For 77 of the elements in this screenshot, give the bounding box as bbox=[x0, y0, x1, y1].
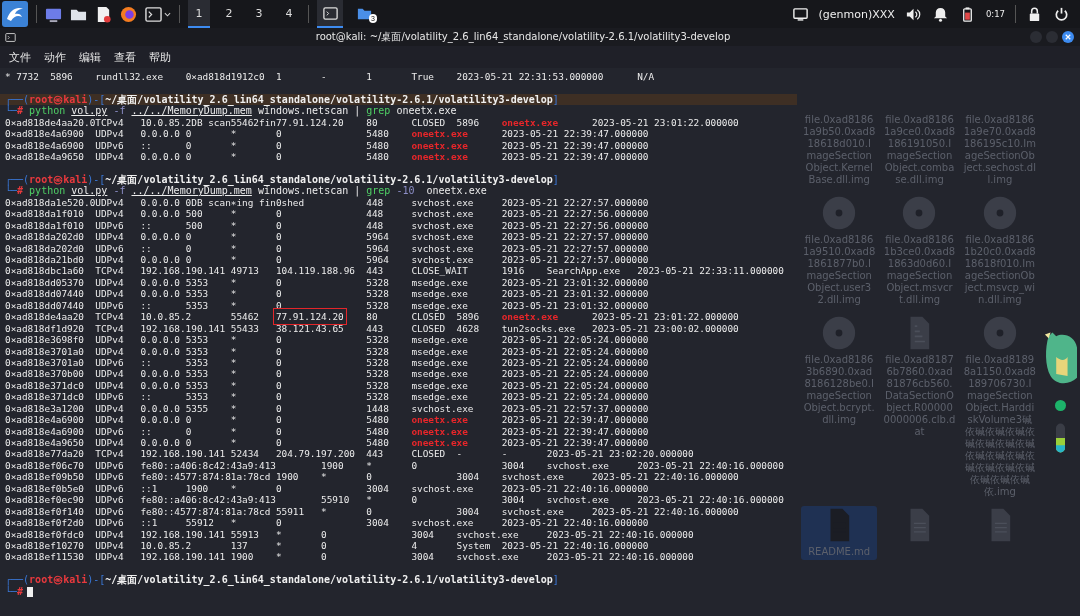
workspace-button[interactable]: 3 bbox=[248, 0, 270, 28]
terminal-icon bbox=[321, 4, 339, 22]
output-line: 0×ad818ef09b50 UDPv6 fe80::4577:874:81a:78cd 1900 * 0 3004 svchost.exe 2023-05-21 22:40:16.000000 bbox=[5, 471, 740, 483]
output-line: 0×ad818ef0fdc0 UDPv4 192.168.190.141 55913 * 0 3004 svchost.exe 2023-05-21 22:40:16.000000 bbox=[5, 528, 695, 540]
disc-icon bbox=[982, 196, 1017, 230]
output-line: 0×ad818da1f010 UDPv6 :: 500 * 0 448 svchost.exe 2023-05-21 22:27:56.000000 bbox=[5, 219, 650, 232]
output-line: 0×ad818dd07440 UDPv4 0.0.0.0 5353 * 0 5328 msedge.exe 2023-05-21 23:01:32.000000 bbox=[5, 288, 650, 300]
output-line: 0×ad818e3701a0 UDPv6 :: 5353 * 0 5328 msedge.exe 2023-05-21 22:05:24.000000 bbox=[5, 356, 650, 369]
output-line: 0×ad818e4a6900 UDPv6 :: 0 * 0 5480 oneetx.exe 2023-05-21 22:39:47.000000 bbox=[5, 139, 650, 152]
menu-item[interactable]: 文件 bbox=[9, 49, 31, 65]
output-line: 0×ad818e4a6900 UDPv4 0.0.0.0 0 * 0 5480 oneetx.exe 2023-05-21 22:39:47.000000 bbox=[5, 128, 650, 140]
workspace-button[interactable]: 1 bbox=[188, 0, 210, 28]
menu-item[interactable]: 编辑 bbox=[79, 49, 101, 65]
workspace-button[interactable]: 4 bbox=[278, 0, 300, 28]
output-line: 0×ad818ef0f2d0 UDPv6 ::1 55912 * 0 3004 svchost.exe 2023-05-21 22:40:16.000000 bbox=[5, 517, 650, 529]
terminal-icon bbox=[5, 31, 16, 43]
output-line: 0×ad818df1d920 TCPv4 192.168.190.141 55433 38.121.43.65 443 CLOSED 4628 tun2socks.exe 2023-05-21 23:00:02.000000 bbox=[5, 322, 740, 335]
output-line: 0×ad818dbc1a60 TCPv4 192.168.190.141 49713 104.119.188.96 443 CLOSE_WAIT 1916 SearchApp.exe 2023-05-21 22:33:11.000000 bbox=[5, 265, 785, 277]
output-line: 0×ad818da202d0 UDPv4 0.0.0.0 0 * 0 5964 svchost.exe 2023-05-21 22:27:57.000000 bbox=[5, 231, 650, 243]
output-line: 0×ad818ef0f140 UDPv6 fe80::4577:874:81a:78cd 55911 * 0 3004 svchost.exe 2023-05-21 22:40:16.000000 bbox=[5, 505, 740, 518]
command-line: └─# python vol.py -f ../../MemoryDump.mem windows.netscan | grep oneetx.exe bbox=[5, 105, 457, 117]
workspace-button[interactable]: 2 bbox=[218, 0, 240, 28]
file-name: README.md bbox=[807, 546, 872, 558]
display-icon[interactable] bbox=[791, 5, 809, 23]
output-line: 0×ad818e4a9650 UDPv4 0.0.0.0 0 * 0 5480 oneetx.exe 2023-05-21 22:39:47.000000 bbox=[5, 151, 650, 163]
disc-icon bbox=[822, 196, 857, 230]
output-line: 0×ad818ef11530 UDPv4 192.168.190.141 1900 * 0 3004 svchost.exe 2023-05-21 22:40:16.000000 bbox=[5, 551, 695, 563]
output-line: 0×ad818da202d0 UDPv6 :: 0 * 0 5964 svchost.exe 2023-05-21 22:27:57.000000 bbox=[5, 242, 650, 254]
output-line: 0×ad818e370b00 UDPv4 0.0.0.0 5353 * 0 5328 msedge.exe 2023-05-21 22:05:24.000000 bbox=[5, 368, 650, 380]
output-line: 0×ad818ef06c70 UDPv6 fe80::a406:8c42:43a9:413 1900 * 0 3004 svchost.exe 2023-05-21 22:40:16.000000 bbox=[5, 459, 785, 472]
output-line: * 7732 5896 rundll32.exe 0×ad818d1912c0 1 - 1 True 2023-05-21 22:31:53.000000 N/A bbox=[5, 71, 656, 83]
menu-item[interactable]: 帮助 bbox=[149, 49, 171, 65]
output-line: 0×ad818ef10270 UDPv4 10.0.85.2 137 * 0 4 System 2023-05-21 22:40:16.000000 bbox=[5, 539, 650, 552]
dragon-logo-icon[interactable] bbox=[2, 1, 28, 27]
output-line: 0×ad818dd05370 UDPv4 0.0.0.0 5353 * 0 5328 msedge.exe 2023-05-21 23:01:32.000000 bbox=[5, 276, 650, 289]
output-line: 0×ad818da1f010 UDPv4 0.0.0.0 500 * 0 448 svchost.exe 2023-05-21 22:27:56.000000 bbox=[5, 208, 650, 220]
file-name: file.0xad81861a9510.0xad81861877b0.ImageSectionObject.user32.dll.img bbox=[803, 234, 876, 306]
menu-item[interactable]: 动作 bbox=[44, 49, 66, 65]
output-line: 0×ad818de4aa20.0TCPv4 10.0.85.2DB scan55462fin77.91.124.20 80 CLOSED 5896 oneetx.exe 2023-05-21 23:01:22.000000 bbox=[5, 116, 740, 129]
file-name: file.0xad81861b20c0.0xad818618f010.ImageSectionObject.msvcp_win.dll.img bbox=[963, 234, 1036, 306]
output-line: 0×ad818ef0ec90 UDPv6 fe80::a406:8c42:43a9:413 55910 * 0 3004 svchost.exe 2023-05-21 22:40:16.000000 bbox=[5, 494, 785, 506]
output-line: 0×ad818e3a1200 UDPv4 0.0.0.0 5355 * 0 1448 svchost.exe 2023-05-21 22:57:37.000000 bbox=[5, 402, 650, 415]
command-line: └─# python vol.py -f ../../MemoryDump.mem windows.netscan | grep -10 oneetx.exe bbox=[5, 185, 487, 197]
browser-icon[interactable] bbox=[120, 5, 137, 23]
output-line: 0×ad818e4a6900 UDPv6 :: 0 * 0 5480 oneetx.exe 2023-05-21 22:39:47.000000 bbox=[5, 425, 650, 437]
output-line: 0×ad818e4a6900 UDPv4 0.0.0.0 0 * 0 5480 oneetx.exe 2023-05-21 22:39:47.000000 bbox=[5, 414, 650, 426]
command-line: └─# bbox=[5, 585, 797, 598]
output-line: 0×ad818e371dc0 UDPv4 0.0.0.0 5353 * 0 5328 msedge.exe 2023-05-21 22:05:24.000000 bbox=[5, 379, 650, 392]
prompt-line: ┌──(root㉿kali)-[~/桌面/volatility_2.6_lin64_standalone/volatility-2.6.1/volatility3-develop] bbox=[5, 574, 560, 586]
disc-icon bbox=[822, 316, 857, 350]
terminal-window-button[interactable] bbox=[317, 0, 343, 28]
output-line: 0×ad818e77da20 TCPv4 192.168.190.141 52434 204.79.197.200 443 CLOSED - - 2023-05-21 23:02:20.000000 bbox=[5, 448, 695, 460]
menu-item[interactable]: 查看 bbox=[114, 49, 136, 65]
genmon-label: (genmon)XXX bbox=[818, 7, 895, 21]
output-line: 0×ad818da1e520.0UDPv4 0.0.0.0 0DB scan∗ing fin0shed 448 svchost.exe 2023-05-21 22:27:57.000000 bbox=[5, 196, 650, 209]
output-line: 0×ad818e3701a0 UDPv4 0.0.0.0 5353 * 0 5328 msedge.exe 2023-05-21 22:05:24.000000 bbox=[5, 345, 650, 357]
file-name: file.0xad81861b3ce0.0xad81863d0d60.ImageSectionObject.msvcrt.dll.img bbox=[883, 234, 956, 306]
close-icon[interactable] bbox=[1062, 31, 1074, 43]
power-icon[interactable] bbox=[1053, 5, 1070, 23]
clock[interactable]: 0:17 bbox=[985, 9, 1005, 19]
output-line: 0×ad818e371dc0 UDPv6 :: 5353 * 0 5328 msedge.exe 2023-05-21 22:05:24.000000 bbox=[5, 391, 650, 403]
output-line: 0×ad818de4aa20 TCPv4 10.0.85.2 55462 77.91.124.20 80 CLOSED 5896 oneetx.exe 2023-05-21 23:01:22.000000 bbox=[5, 311, 797, 323]
file-name: file.0xad81876b7860.0xad81876cb560.DataSectionObject.R000000000006.clb.dat bbox=[883, 354, 956, 438]
terminal-icon[interactable] bbox=[145, 5, 162, 23]
output-line: 0×ad818e3698f0 UDPv4 0.0.0.0 5353 * 0 5328 msedge.exe 2023-05-21 22:05:24.000000 bbox=[5, 334, 650, 346]
disc-icon bbox=[902, 196, 937, 230]
gauge-icon bbox=[1055, 423, 1065, 453]
window-title: root@kali: ~/桌面/volatility_2.6_lin64_standalone/volatility-2.6.1/volatility3-develop bbox=[314, 30, 732, 44]
output-line: 0×ad818e4a9650 UDPv4 0.0.0.0 0 * 0 5480 oneetx.exe 2023-05-21 22:39:47.000000 bbox=[5, 437, 650, 449]
output-line: 0×ad818ef0b5e0 UDPv6 ::1 1900 * 0 3004 svchost.exe 2023-05-21 22:40:16.000000 bbox=[5, 482, 650, 495]
text-editor-icon[interactable] bbox=[95, 5, 112, 23]
caret-icon[interactable] bbox=[164, 10, 171, 18]
file-name: file.0xad81863b6890.0xad8186128be0.ImageSectionObject.bcrypt.dll.img bbox=[803, 354, 876, 426]
status-dot-icon bbox=[1054, 400, 1066, 411]
disc-icon bbox=[982, 316, 1017, 350]
output-line: 0×ad818da21bd0 UDPv4 0.0.0.0 0 * 0 5964 svchost.exe 2023-05-21 22:27:57.000000 bbox=[5, 254, 650, 266]
prompt-line: ┌──(root㉿kali)-[~/桌面/volatility_2.6_lin64_standalone/volatility-2.6.1/volatility3-develop] bbox=[5, 173, 560, 186]
